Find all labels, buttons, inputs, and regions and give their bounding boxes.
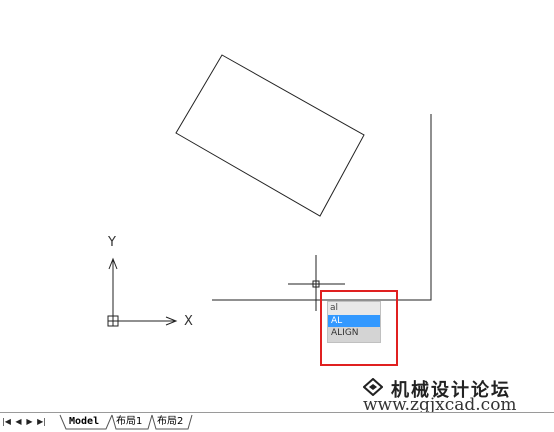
ucs-x-label: X [184,314,193,329]
prev-tab-button[interactable]: ◀ [14,416,23,427]
layout-tab-bar: |◀ ◀ ▶ ▶| Model 布局1 布局2 [0,412,554,432]
ucs-icon [107,257,178,327]
tab-layout2[interactable]: 布局2 [157,414,183,429]
tab-model[interactable]: Model [69,414,99,429]
tab-layout1[interactable]: 布局1 [116,414,142,429]
watermark-logo-icon [363,378,383,396]
drawing-canvas[interactable] [0,0,554,412]
last-tab-button[interactable]: ▶| [37,416,46,427]
first-tab-button[interactable]: |◀ [2,416,11,427]
next-tab-button[interactable]: ▶ [25,416,34,427]
rotated-rectangle[interactable] [175,54,365,217]
l-shaped-polyline[interactable] [212,114,432,301]
watermark: 机械设计论坛 www.zgjxcad.com [363,376,553,415]
annotation-highlight-box [320,290,398,366]
ucs-y-label: Y [108,235,116,250]
